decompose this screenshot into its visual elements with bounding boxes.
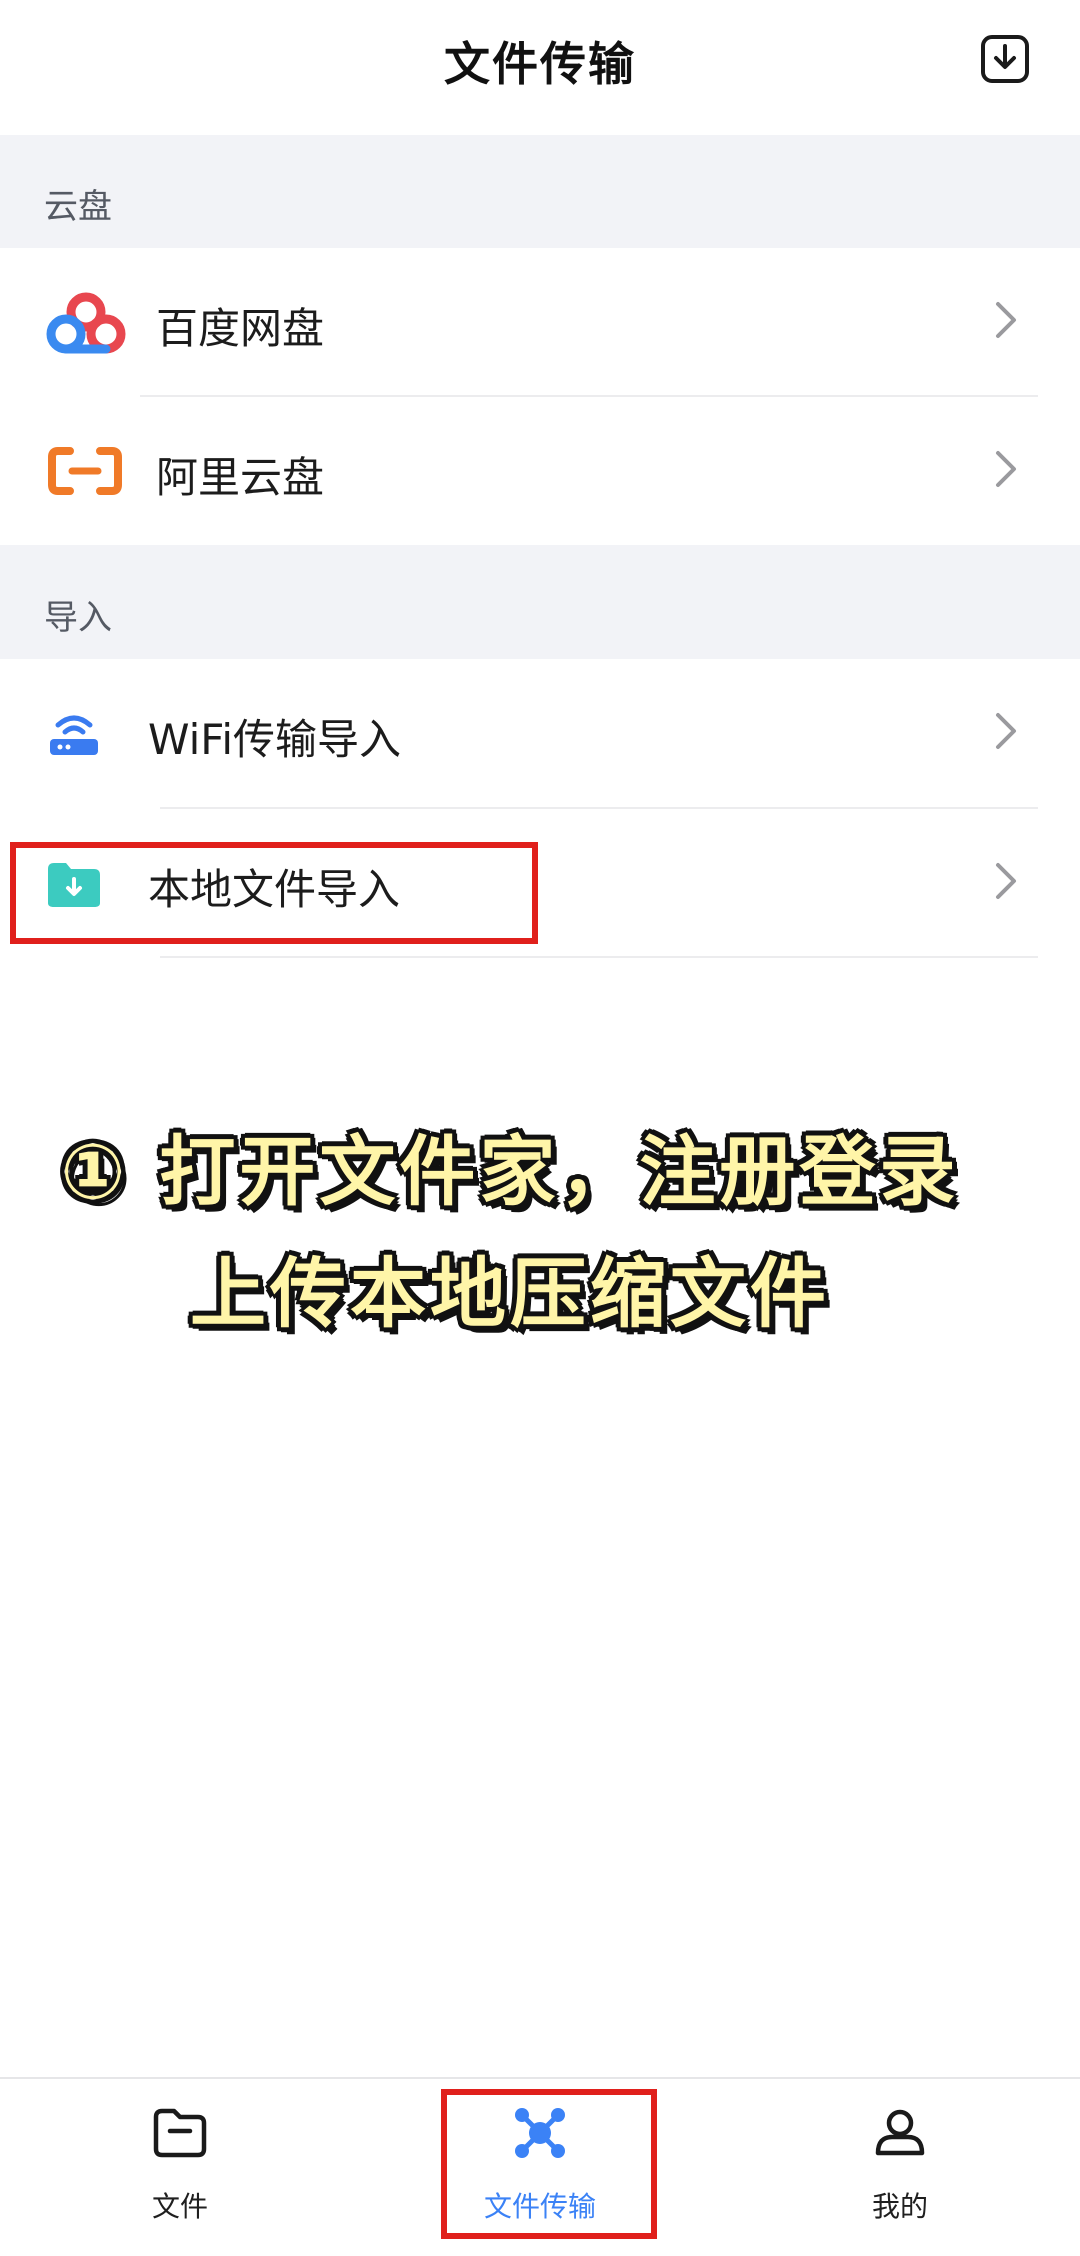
list-item-baidu-netdisk[interactable]: 百度网盘 (0, 248, 1080, 396)
wifi-router-icon (50, 715, 98, 755)
aliyun-drive-icon (48, 447, 122, 495)
section-header-import: 导入 (0, 545, 1080, 659)
person-icon (875, 2109, 925, 2156)
page-title: 文件传输 (444, 37, 636, 91)
chevron-right-icon (996, 302, 1016, 338)
item-label: 百度网盘 (156, 304, 325, 353)
overlay-caption-line1: ① 打开文件家，注册登录 (60, 1127, 960, 1216)
item-label: WiFi传输导入 (148, 715, 402, 764)
tab-label: 文件 (151, 2190, 208, 2223)
chevron-right-icon (996, 713, 1016, 749)
download-box-icon[interactable] (980, 34, 1030, 84)
baidu-netdisk-icon (46, 292, 126, 354)
chevron-right-icon (996, 863, 1016, 899)
list-item-wifi-import[interactable]: WiFi传输导入 (0, 659, 1080, 807)
section-header-cloud: 云盘 (0, 135, 1080, 248)
chevron-right-icon (996, 451, 1016, 487)
item-label: 阿里云盘 (156, 453, 325, 502)
tab-label: 我的 (871, 2190, 928, 2223)
tab-files[interactable]: 文件 (0, 2079, 360, 2256)
overlay-caption-line2: 上传本地压缩文件 (190, 1249, 830, 1338)
section-title: 导入 (44, 598, 112, 638)
highlight-box-local-import (10, 842, 538, 944)
folder-icon (153, 2108, 207, 2158)
tab-me[interactable]: 我的 (720, 2079, 1080, 2256)
list-item-aliyun-drive[interactable]: 阿里云盘 (0, 397, 1080, 545)
section-title: 云盘 (44, 187, 112, 227)
top-header: 文件传输 (0, 0, 1080, 135)
divider (160, 956, 1038, 958)
highlight-box-transfer-tab (441, 2089, 657, 2239)
